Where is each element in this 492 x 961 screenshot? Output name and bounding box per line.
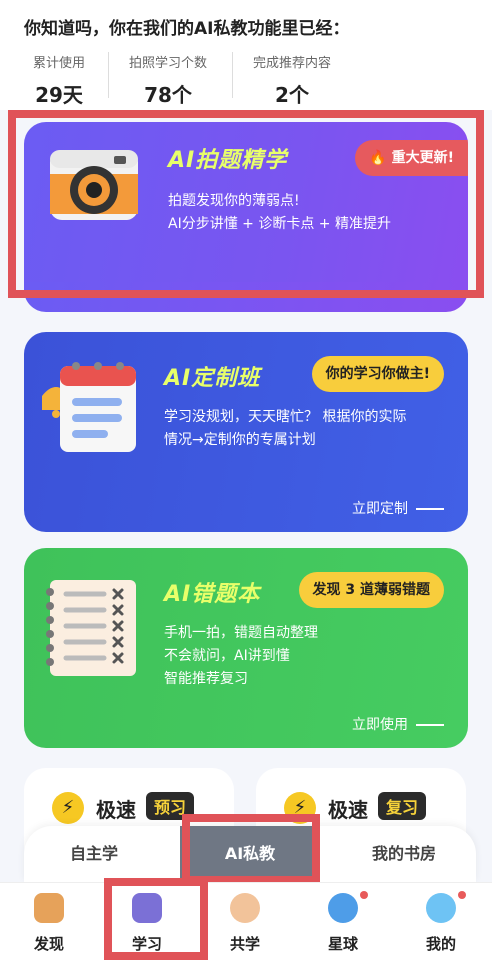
- stat-value: 2个: [275, 83, 309, 107]
- notification-dot: [360, 891, 368, 899]
- use-now-button[interactable]: 立即使用: [352, 714, 444, 734]
- wrong-book-badge: 发现 3 道薄弱错题: [298, 572, 444, 608]
- nav-item-co-study[interactable]: 共学: [196, 883, 294, 961]
- card-title: AI拍题精学: [168, 148, 288, 173]
- lightning-icon: ⚡: [52, 792, 84, 824]
- desc-line: 不会就问，AI讲到懂: [164, 648, 290, 664]
- desc-line: AI分步讲懂 + 诊断卡点 + 精准提升: [168, 216, 391, 232]
- custom-now-button[interactable]: 立即定制: [352, 498, 444, 518]
- stat-value: 29天: [35, 83, 83, 107]
- card-description: 拍题发现你的薄弱点! AI分步讲懂 + 诊断卡点 + 精准提升: [168, 190, 391, 236]
- nav-item-discover[interactable]: 发现: [0, 883, 98, 961]
- cta-label: 立即使用: [352, 717, 408, 733]
- avatar-icon: [426, 893, 456, 923]
- wrong-book-card[interactable]: AI错题本 发现 3 道薄弱错题 手机一拍，错题自动整理 不会就问，AI讲到懂 …: [24, 548, 468, 748]
- stat-label: 完成推荐内容: [252, 56, 331, 71]
- badge-text: 重大更新!: [391, 150, 454, 166]
- book-icon: [132, 893, 162, 923]
- treasure-chest-icon: [34, 893, 64, 923]
- custom-class-card[interactable]: AI定制班 你的学习你做主! 学习没规划，天天瞎忙？ 根据你的实际 情况→定制你…: [24, 332, 468, 532]
- stats-header: 你知道吗，你在我们的AI私教功能里已经： 累计使用 29天 拍照学习个数 78个…: [0, 0, 492, 110]
- stat-photos: 拍照学习个数 78个: [118, 52, 218, 108]
- stat-divider: [232, 52, 233, 98]
- segment-self-study[interactable]: 自主学: [24, 826, 164, 882]
- stat-recommend: 完成推荐内容 2个: [244, 52, 340, 108]
- quick-tag: 复习: [378, 792, 427, 820]
- planner-icon: [36, 356, 140, 460]
- cta-label: 立即定制: [352, 501, 408, 517]
- nav-label: 学习: [131, 935, 162, 953]
- photo-learning-card[interactable]: AI拍题精学 🔥 重大更新! 拍题发现你的薄弱点! AI分步讲懂 + 诊断卡点 …: [24, 122, 468, 282]
- desc-line: 智能推荐复习: [164, 671, 248, 687]
- card-title: AI错题本: [164, 582, 261, 607]
- camera-icon: [48, 144, 140, 228]
- planet-icon: [328, 893, 358, 923]
- card-description: 学习没规划，天天瞎忙？ 根据你的实际 情况→定制你的专属计划: [164, 406, 406, 452]
- nav-label: 星球: [327, 935, 358, 953]
- nav-item-study[interactable]: 学习: [98, 883, 196, 961]
- segment-bar: 自主学 AI私教 我的书房: [24, 826, 476, 882]
- stat-divider: [108, 52, 109, 98]
- nav-label: 共学: [229, 935, 260, 953]
- lightning-icon: ⚡: [284, 792, 316, 824]
- arrow-line-icon: [416, 508, 444, 510]
- stat-value: 78个: [144, 83, 192, 107]
- stat-label: 累计使用: [32, 56, 85, 71]
- nav-item-planet[interactable]: 星球: [294, 883, 392, 961]
- desc-line: 情况→定制你的专属计划: [164, 432, 316, 448]
- desc-line: 学习没规划，天天瞎忙？ 根据你的实际: [164, 409, 407, 425]
- quick-label: 极速: [96, 798, 136, 822]
- update-badge: 🔥 重大更新!: [355, 140, 468, 176]
- segment-my-study-room[interactable]: 我的书房: [334, 826, 474, 882]
- nav-label: 发现: [33, 935, 64, 953]
- custom-class-badge: 你的学习你做主!: [311, 356, 444, 392]
- card-description: 手机一拍，错题自动整理 不会就问，AI讲到懂 智能推荐复习: [164, 622, 318, 691]
- desc-line: 拍题发现你的薄弱点!: [168, 193, 300, 209]
- nav-label: 我的: [425, 935, 456, 953]
- notification-dot: [458, 891, 466, 899]
- stat-label: 拍照学习个数: [128, 56, 207, 71]
- desc-line: 手机一拍，错题自动整理: [164, 625, 318, 641]
- segment-ai-tutor[interactable]: AI私教: [180, 826, 320, 882]
- notebook-icon: [42, 576, 142, 684]
- quick-tag: 预习: [146, 792, 195, 820]
- arrow-line-icon: [416, 724, 444, 726]
- quick-label: 极速: [328, 798, 368, 822]
- stat-days: 累计使用 29天: [24, 52, 94, 108]
- fire-icon: 🔥: [369, 150, 387, 166]
- bottom-nav: 发现 学习 共学 星球 我的: [0, 882, 492, 961]
- stats-title: 你知道吗，你在我们的AI私教功能里已经：: [24, 19, 350, 39]
- card-title: AI定制班: [164, 366, 261, 391]
- people-icon: [230, 893, 260, 923]
- nav-item-mine[interactable]: 我的: [392, 883, 490, 961]
